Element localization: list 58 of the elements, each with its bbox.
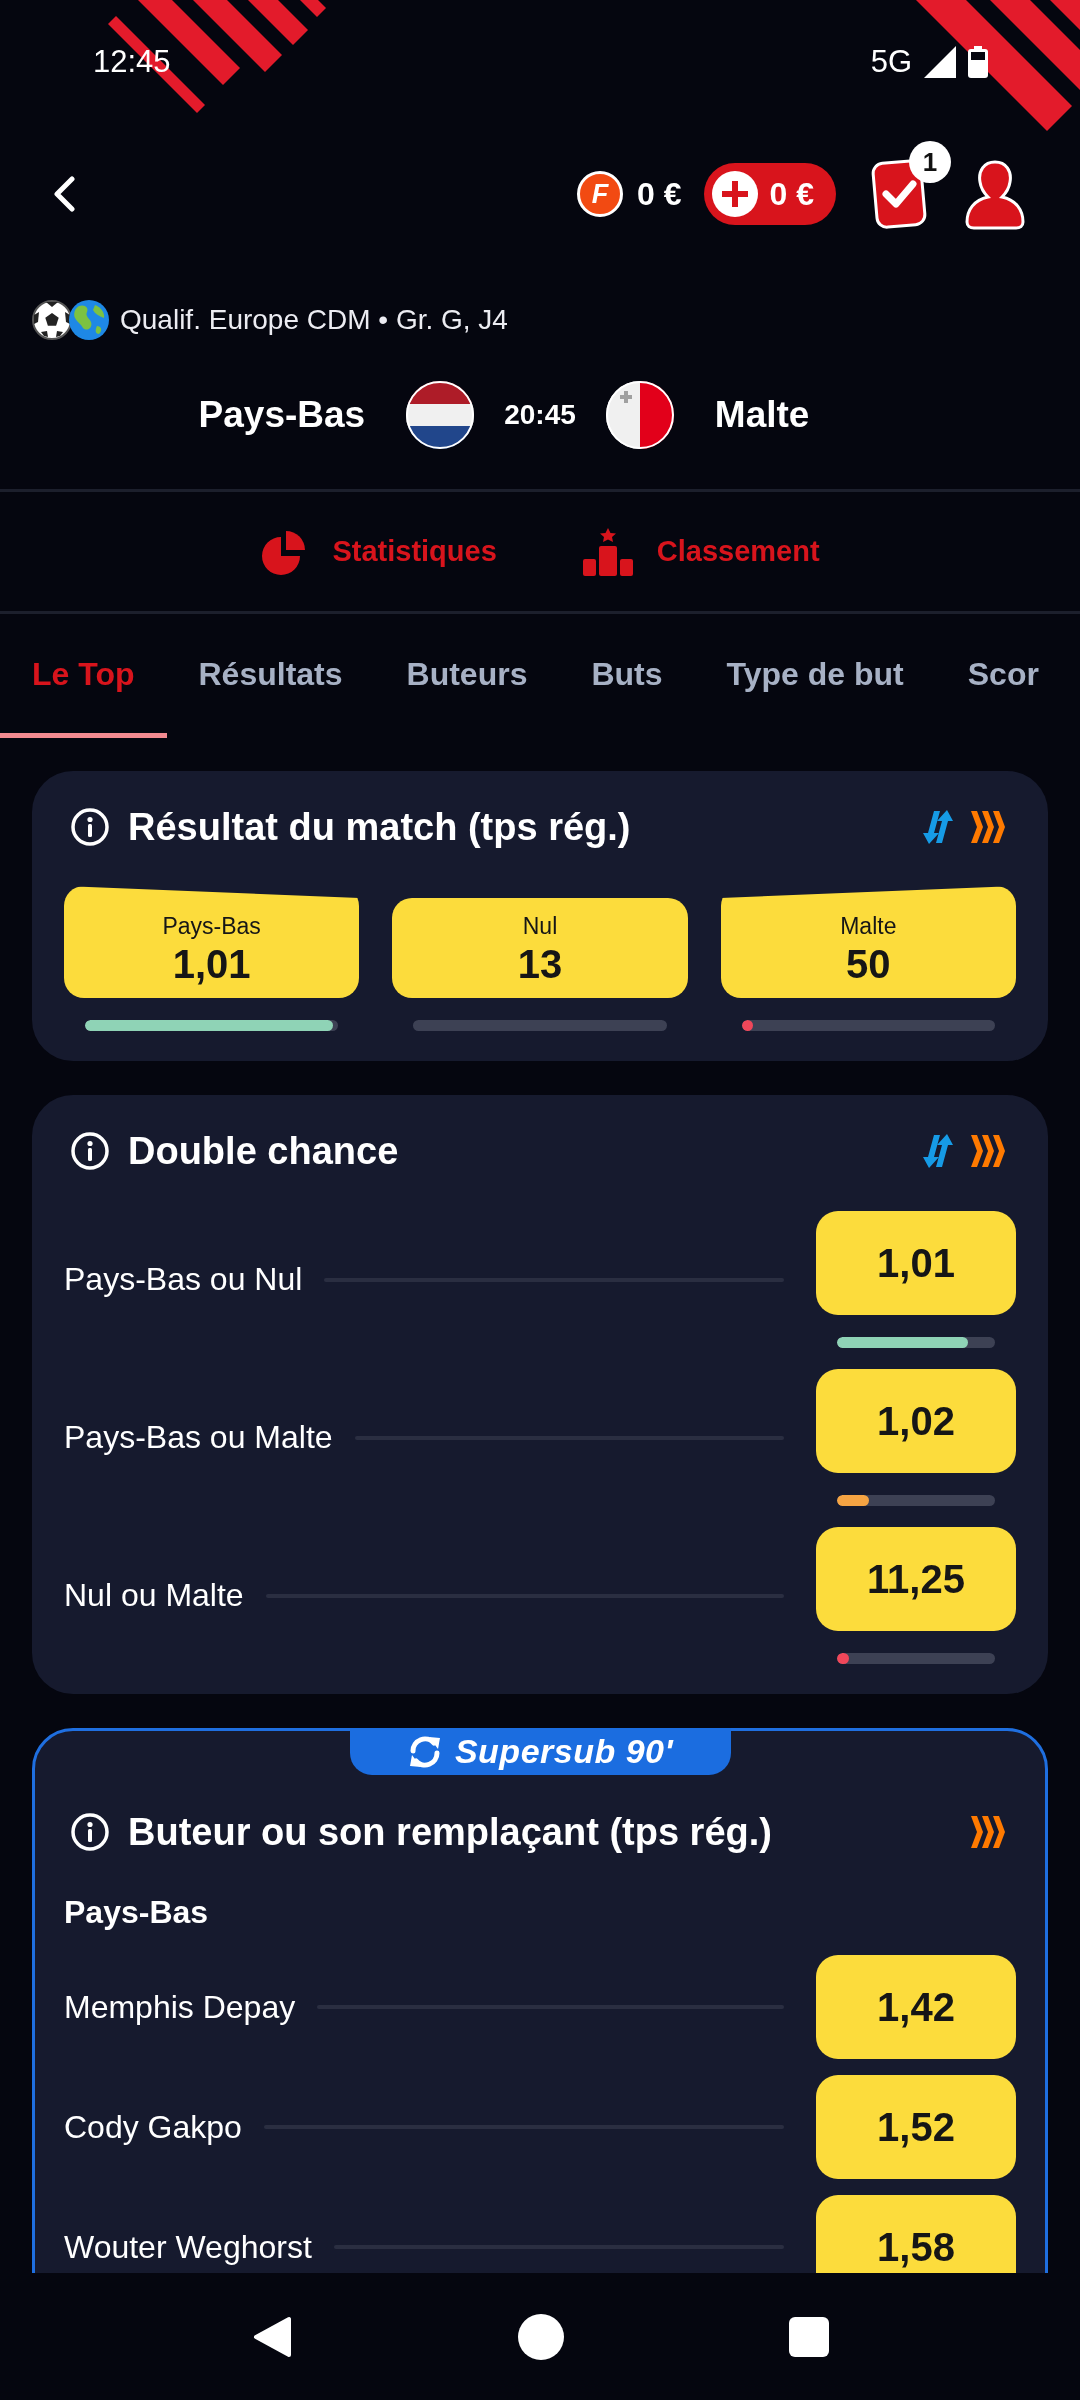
odds-button[interactable]: 1,01 xyxy=(816,1211,1016,1315)
back-icon[interactable] xyxy=(52,176,76,212)
odds-button[interactable]: Nul 13 xyxy=(392,898,688,998)
selection-label: Pays-Bas ou Nul xyxy=(64,1261,303,1298)
recents-icon[interactable] xyxy=(789,2316,829,2357)
chevrons-icon xyxy=(971,1814,1005,1850)
market-title: Résultat du match (tps rég.) xyxy=(128,805,631,849)
signal-icon xyxy=(924,46,956,78)
arrows-icon xyxy=(920,1133,956,1169)
flag-icon xyxy=(406,381,475,449)
tab[interactable]: Résultats xyxy=(166,614,375,738)
section-heading: Pays-Bas xyxy=(64,1893,210,1931)
selection-label: Wouter Weghorst xyxy=(64,2228,312,2266)
podium-icon xyxy=(582,527,633,576)
odds-button[interactable]: Pays-Bas 1,01 xyxy=(64,886,360,998)
odds-button[interactable]: 1,02 xyxy=(816,1369,1016,1473)
team-name: Pays-Bas xyxy=(198,394,366,436)
tab[interactable]: Le Top xyxy=(0,614,167,738)
competition-label: Qualif. Europe CDM • Gr. G, J4 xyxy=(120,304,508,336)
odds-button[interactable]: 1,42 xyxy=(816,1955,1016,2059)
odds-button[interactable]: 1,58 xyxy=(816,2195,1016,2273)
deposit-button[interactable]: 0 € xyxy=(703,163,836,225)
info-icon[interactable] xyxy=(71,1132,109,1170)
team-name: Malte xyxy=(714,394,810,436)
flag-icon xyxy=(605,381,674,449)
standings-link[interactable]: Classement xyxy=(582,527,820,576)
home-icon[interactable] xyxy=(518,2313,564,2360)
kickoff-time: 20:45 xyxy=(504,399,576,431)
odds-button[interactable]: 1,52 xyxy=(816,2075,1016,2179)
battery-icon xyxy=(968,46,988,78)
network-label: 5G xyxy=(870,44,912,80)
back-icon[interactable] xyxy=(251,2314,293,2359)
info-icon[interactable] xyxy=(71,808,109,846)
selection-label: Nul ou Malte xyxy=(64,1577,244,1614)
tab[interactable]: Buteurs xyxy=(374,614,560,738)
selection-label: Cody Gakpo xyxy=(64,2108,242,2146)
market-title: Buteur ou son remplaçant (tps rég.) xyxy=(128,1810,772,1854)
info-icon[interactable] xyxy=(71,1813,109,1851)
freebet-logo: F xyxy=(577,171,624,217)
tab[interactable]: Buts xyxy=(559,614,695,738)
selection-label: Memphis Depay xyxy=(64,1988,296,2026)
soccer-ball-icon xyxy=(32,300,72,340)
odds-button[interactable]: 11,25 xyxy=(816,1527,1016,1631)
tab[interactable]: Scor xyxy=(935,614,1071,738)
count-badge: 1 xyxy=(909,141,951,183)
plus-icon xyxy=(711,171,758,217)
profile-icon[interactable] xyxy=(964,158,1026,230)
statistics-link[interactable]: Statistiques xyxy=(260,527,497,576)
globe-icon xyxy=(69,300,109,340)
chevrons-icon xyxy=(971,1133,1005,1169)
selection-label: Pays-Bas ou Malte xyxy=(64,1419,333,1456)
banner-label: Supersub 90' xyxy=(454,1732,674,1771)
market-title: Double chance xyxy=(128,1129,399,1173)
odds-button[interactable]: Malte 50 xyxy=(720,886,1016,998)
tab[interactable]: Type de but xyxy=(694,614,936,738)
arrows-icon xyxy=(920,809,956,845)
balance-amount: 0 € xyxy=(637,175,682,213)
chevrons-icon xyxy=(971,809,1005,845)
